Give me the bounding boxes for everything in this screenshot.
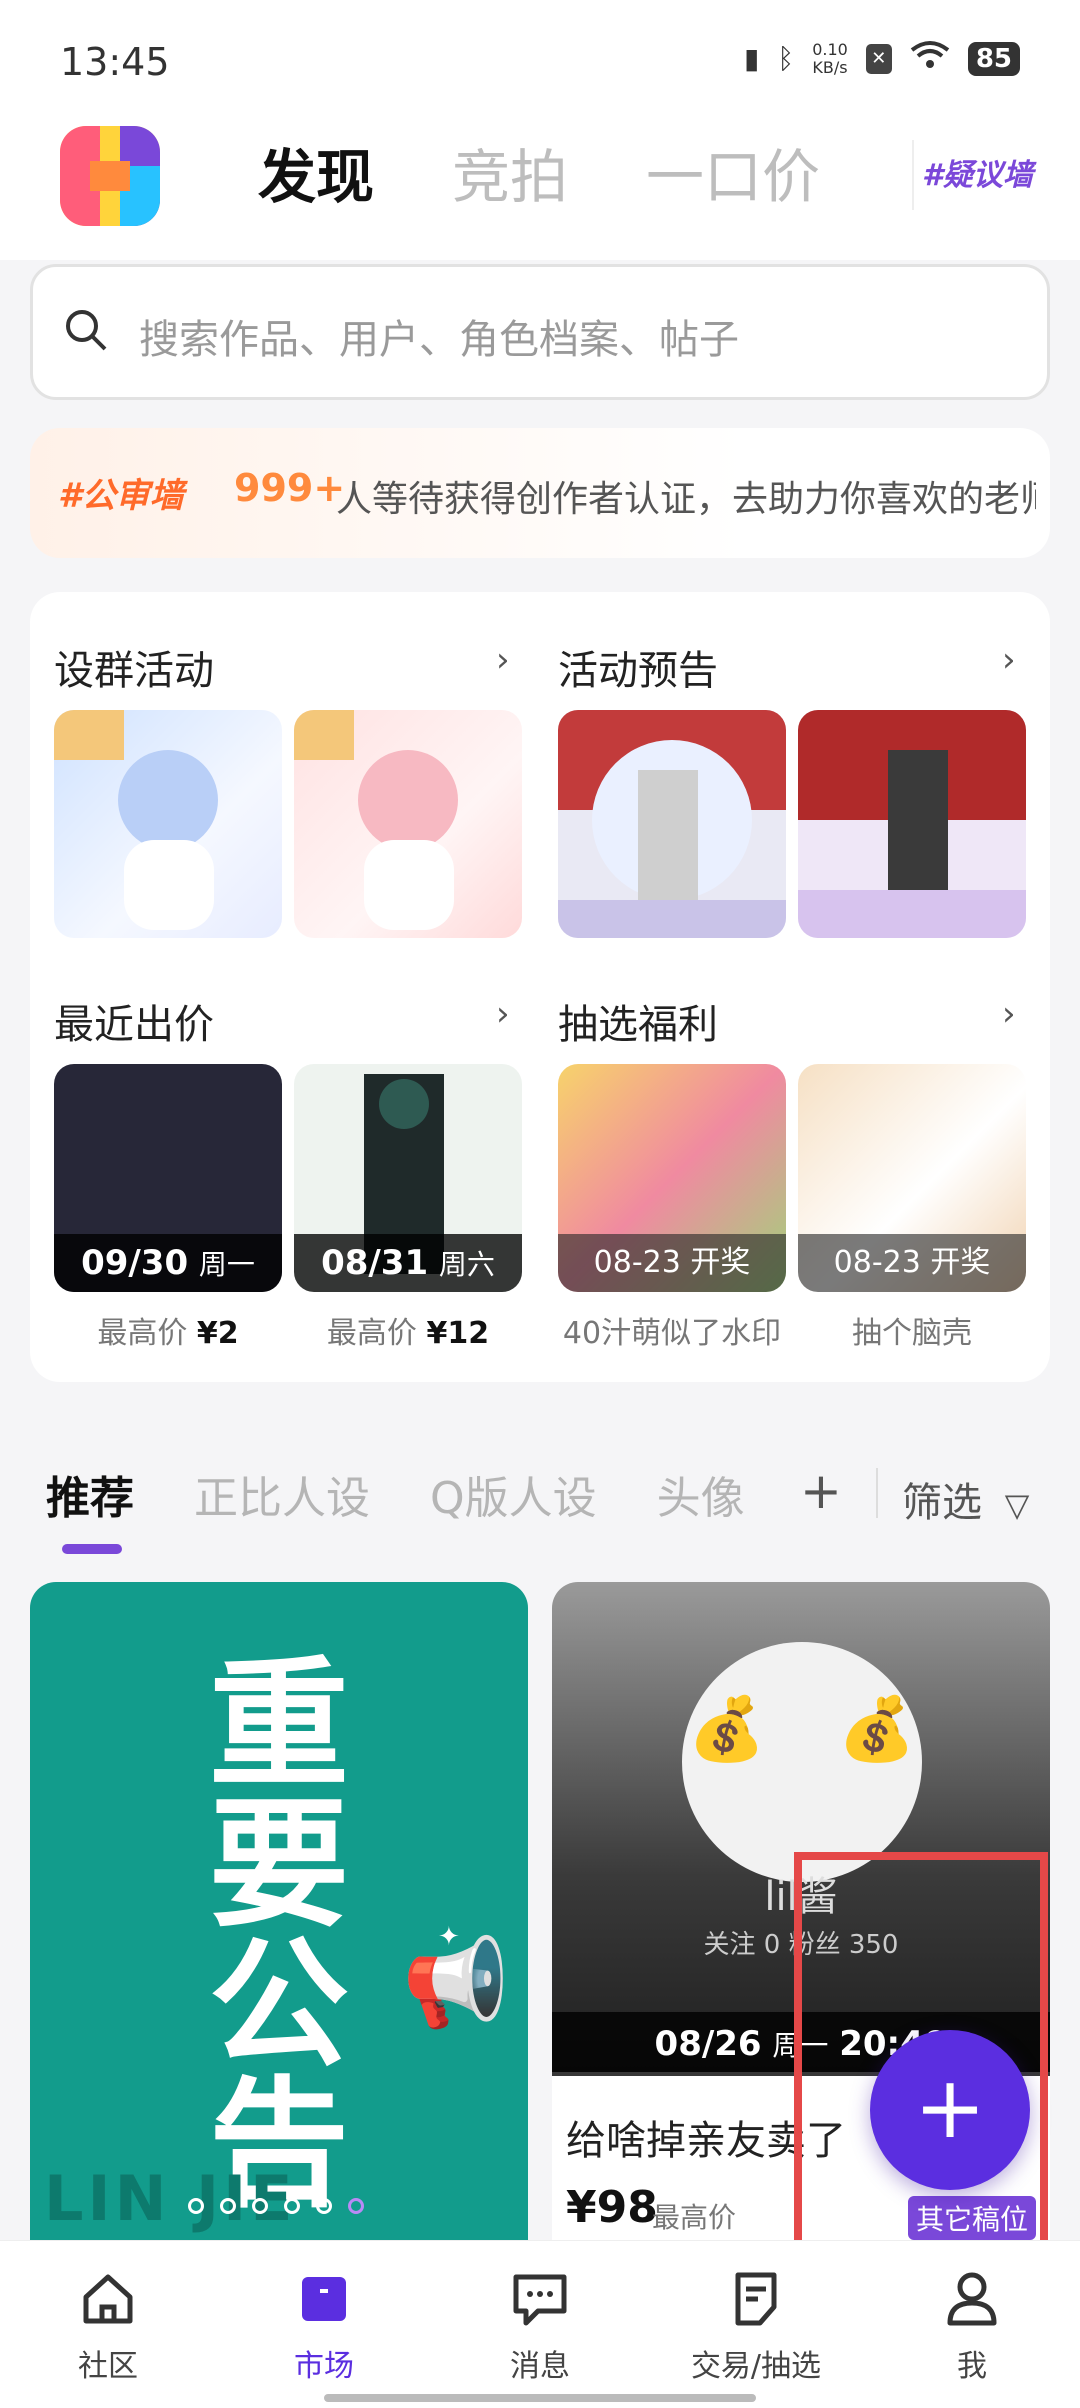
- sim-off-icon: ✕: [865, 43, 892, 74]
- tab-discover[interactable]: 发现: [258, 130, 374, 214]
- home-icon: [83, 2274, 133, 2324]
- tab-fixed-price[interactable]: 一口价: [646, 130, 820, 214]
- market-bag-icon: [302, 2277, 346, 2321]
- tab-realistic-character[interactable]: 正比人设: [194, 1462, 370, 1526]
- nav-label: 我: [957, 2349, 987, 2384]
- status-time: 13:45: [60, 40, 170, 84]
- status-icons: ▮ ᛒ 0.10 KB/s ✕ 85: [744, 40, 1020, 77]
- search-icon: [63, 307, 109, 357]
- price-label: 最高价: [652, 2201, 737, 2234]
- filter-icon: ▽: [1004, 1486, 1030, 1524]
- net-speed: 0.10 KB/s: [812, 39, 848, 77]
- battery-indicator: 85: [967, 41, 1020, 76]
- review-wall-banner[interactable]: #公审墙 999+ 人等待获得创作者认证，去助力你喜欢的老师: [30, 428, 1050, 558]
- lottery-item-1[interactable]: 08-23 开奖: [558, 1064, 786, 1292]
- carousel-dot-active: [348, 2198, 364, 2214]
- lottery-caption-2: 抽个脑壳: [852, 1316, 972, 1351]
- money-bag-icon: 💰: [838, 1692, 916, 1765]
- highlight-box: [794, 1852, 1048, 2264]
- tab-auction[interactable]: 竞拍: [452, 130, 568, 214]
- nav-label: 交易/抽选: [690, 2349, 822, 2384]
- section-title-recent-bid[interactable]: 最近出价: [54, 992, 214, 1050]
- avatar: 💰 💰: [682, 1642, 922, 1882]
- group-activity-image-2[interactable]: [294, 710, 522, 938]
- bottom-nav: 社区 市场 消息 交易/抽选 我: [0, 2240, 1080, 2408]
- vibrate-icon: ▮: [743, 42, 760, 75]
- nav-me[interactable]: 我: [892, 2267, 1052, 2385]
- recent-bid-caption-1: 最高价 ¥2: [97, 1316, 239, 1351]
- banner-count: 999+: [234, 466, 346, 510]
- wifi-icon: [910, 40, 950, 77]
- notice-card[interactable]: 重 要 公 告 📢 ✦ LIN JIE: [30, 1582, 528, 2242]
- chevron-right-icon[interactable]: ›: [496, 994, 510, 1034]
- recent-bid-caption-2: 最高价 ¥12: [326, 1316, 490, 1351]
- sparkle-icon: ✦: [438, 1922, 460, 1952]
- search-bar[interactable]: 搜索作品、用户、角色档案、帖子: [30, 264, 1050, 400]
- dispute-wall-link[interactable]: #疑议墙: [922, 150, 1033, 194]
- recent-bid-date-1: 09/30 周一: [54, 1234, 282, 1292]
- chevron-right-icon[interactable]: ›: [1002, 994, 1016, 1034]
- active-tab-indicator: [62, 1544, 122, 1554]
- bluetooth-icon: ᛒ: [777, 42, 795, 75]
- nav-label: 社区: [78, 2349, 138, 2384]
- app-logo: [60, 126, 160, 226]
- section-title-lottery[interactable]: 抽选福利: [558, 992, 718, 1050]
- person-icon: [947, 2272, 997, 2326]
- chevron-right-icon[interactable]: ›: [496, 640, 510, 680]
- nav-trade-lottery[interactable]: 交易/抽选: [676, 2267, 836, 2385]
- chat-icon: [513, 2274, 567, 2326]
- lottery-item-2[interactable]: 08-23 开奖: [798, 1064, 1026, 1292]
- tab-chibi-character[interactable]: Q版人设: [430, 1462, 597, 1526]
- nav-community[interactable]: 社区: [28, 2267, 188, 2385]
- nav-label: 消息: [510, 2349, 570, 2384]
- lottery-date-1: 08-23 开奖: [558, 1234, 786, 1292]
- top-tabs: 发现 竞拍 一口价: [258, 130, 820, 214]
- header-divider: [912, 140, 914, 210]
- section-title-group-activity[interactable]: 设群活动: [54, 638, 214, 696]
- preview-image-1[interactable]: [558, 710, 786, 938]
- banner-tag: #公审墙: [58, 476, 184, 516]
- recent-bid-item-1[interactable]: 09/30 周一: [54, 1064, 282, 1292]
- nav-label: 市场: [294, 2349, 354, 2384]
- home-indicator: [324, 2394, 756, 2402]
- carousel-dot: [284, 2198, 300, 2214]
- tab-recommend[interactable]: 推荐: [46, 1462, 134, 1526]
- product-price: ¥98: [566, 2182, 658, 2233]
- carousel-dot: [188, 2198, 204, 2214]
- filter-button[interactable]: 筛选 ▽: [902, 1470, 1029, 1528]
- search-placeholder: 搜索作品、用户、角色档案、帖子: [139, 317, 739, 363]
- nav-messages[interactable]: 消息: [460, 2267, 620, 2385]
- money-bag-icon: 💰: [688, 1692, 766, 1765]
- add-category-icon[interactable]: +: [800, 1462, 842, 1520]
- category-tabs: 推荐 正比人设 Q版人设 头像: [46, 1462, 745, 1526]
- recent-bid-item-2[interactable]: 08/31 周六: [294, 1064, 522, 1292]
- status-bar: 13:45 ▮ ᛒ 0.10 KB/s ✕ 85: [0, 0, 1080, 120]
- carousel-dots: [188, 2198, 364, 2214]
- chevron-right-icon[interactable]: ›: [1002, 640, 1016, 680]
- carousel-dot: [252, 2198, 268, 2214]
- banner-text: 人等待获得创作者认证，去助力你喜欢的老师: [336, 479, 1036, 520]
- carousel-dot: [316, 2198, 332, 2214]
- group-activity-image-1[interactable]: [54, 710, 282, 938]
- section-title-preview[interactable]: 活动预告: [558, 638, 718, 696]
- feature-panel: 设群活动 › 活动预告 › 最近出价 › 09/30 周一 08/31 周六 最…: [30, 592, 1050, 1382]
- lottery-caption-1: 40汁萌似了水印: [562, 1316, 782, 1351]
- carousel-dot: [220, 2198, 236, 2214]
- lottery-date-2: 08-23 开奖: [798, 1234, 1026, 1292]
- nav-market[interactable]: 市场: [244, 2267, 404, 2385]
- trade-doc-icon: [735, 2272, 777, 2326]
- recent-bid-date-2: 08/31 周六: [294, 1234, 522, 1292]
- tab-avatar[interactable]: 头像: [657, 1462, 745, 1526]
- category-divider: [876, 1468, 878, 1518]
- preview-image-2[interactable]: [798, 710, 1026, 938]
